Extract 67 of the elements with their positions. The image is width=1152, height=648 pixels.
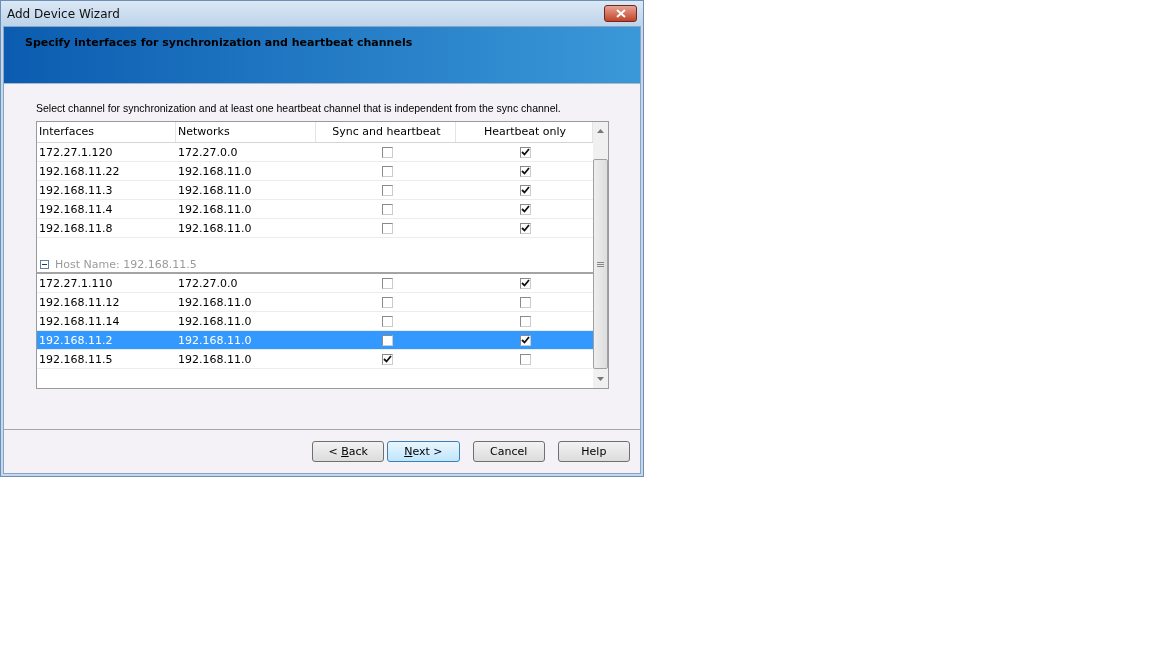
checkbox[interactable] xyxy=(520,353,531,365)
checkbox[interactable] xyxy=(520,315,531,327)
table-cell-text: 192.168.11.0 xyxy=(177,221,253,235)
checkbox[interactable] xyxy=(520,277,531,289)
table-row[interactable]: 192.168.11.5 192.168.11.0 xyxy=(37,350,593,369)
wizard-button[interactable]: Next > xyxy=(387,441,460,462)
table-cell-text: 192.168.11.0 xyxy=(177,164,253,178)
table-cell-text: 172.27.1.110 xyxy=(38,276,114,290)
checkbox[interactable] xyxy=(520,222,531,234)
table-cell-text: 172.27.0.0 xyxy=(177,145,239,159)
column-header[interactable]: Interfaces xyxy=(37,122,176,142)
table-cell-text: 192.168.11.0 xyxy=(177,183,253,197)
checkbox[interactable] xyxy=(381,296,393,308)
table-cell-text: 192.168.11.0 xyxy=(177,352,253,366)
table-cell-text: 192.168.11.0 xyxy=(177,295,253,309)
checkbox[interactable] xyxy=(381,353,393,365)
checkbox[interactable] xyxy=(381,277,393,289)
checkbox[interactable] xyxy=(381,146,393,158)
wizard-button[interactable]: Help xyxy=(557,441,630,462)
table-cell-text: 172.27.1.120 xyxy=(38,145,114,159)
window-title: Add Device Wizard xyxy=(7,6,120,21)
table-cell-text: 192.168.11.4 xyxy=(38,202,114,216)
checkbox[interactable] xyxy=(381,165,393,177)
wizard-button[interactable]: Cancel xyxy=(472,441,545,462)
column-header[interactable]: Sync and heartbeat xyxy=(316,122,456,142)
checkbox[interactable] xyxy=(520,165,531,177)
table-row[interactable]: 172.27.1.120 172.27.0.0 xyxy=(37,143,593,162)
checkbox[interactable] xyxy=(520,184,531,196)
table-cell-text: 192.168.11.3 xyxy=(38,183,114,197)
group-header: Host Name: 192.168.11.5 xyxy=(55,257,197,271)
table-row[interactable]: 192.168.11.12 192.168.11.0 xyxy=(37,293,593,312)
table-cell-text: 192.168.11.0 xyxy=(177,314,253,328)
table-row[interactable]: 192.168.11.22 192.168.11.0 xyxy=(37,162,593,181)
checkbox[interactable] xyxy=(520,203,531,215)
scroll-down-icon[interactable] xyxy=(597,377,604,381)
table-row[interactable]: 192.168.11.3 192.168.11.0 xyxy=(37,181,593,200)
table-cell-text: 192.168.11.14 xyxy=(38,314,121,328)
table-row[interactable]: 192.168.11.8 192.168.11.0 xyxy=(37,219,593,238)
table-cell-text: 192.168.11.2 xyxy=(38,333,114,347)
table-cell-text: 192.168.11.0 xyxy=(177,202,253,216)
checkbox[interactable] xyxy=(381,222,393,234)
close-button[interactable] xyxy=(604,5,637,22)
table-cell-text: 192.168.11.12 xyxy=(38,295,121,309)
checkbox[interactable] xyxy=(520,146,531,158)
close-icon xyxy=(615,9,626,18)
table-cell-text: 192.168.11.8 xyxy=(38,221,114,235)
table-row[interactable]: 172.27.1.110 172.27.0.0 xyxy=(37,274,593,293)
table-cell-text: 192.168.11.22 xyxy=(38,164,121,178)
scroll-thumb[interactable] xyxy=(593,159,608,369)
instruction-text: Select channel for synchronization and at least one heartbeat channel that is independent from the sync channel. xyxy=(36,101,561,115)
checkbox[interactable] xyxy=(381,334,393,346)
column-header[interactable]: Networks xyxy=(176,122,316,142)
checkbox[interactable] xyxy=(381,184,393,196)
checkbox[interactable] xyxy=(520,296,531,308)
table-cell-text: 192.168.11.0 xyxy=(177,333,253,347)
checkbox[interactable] xyxy=(520,334,531,346)
checkbox[interactable] xyxy=(381,203,393,215)
scroll-up-icon[interactable] xyxy=(597,129,604,133)
table-cell-text: 172.27.0.0 xyxy=(177,276,239,290)
table-row[interactable]: 192.168.11.4 192.168.11.0 xyxy=(37,200,593,219)
page-heading: Specify interfaces for synchronization and heartbeat channels xyxy=(25,36,413,49)
checkbox[interactable] xyxy=(381,315,393,327)
collapse-icon[interactable] xyxy=(40,259,49,269)
grip-icon xyxy=(597,261,604,267)
table-cell-text: 192.168.11.5 xyxy=(38,352,114,366)
wizard-button[interactable]: < Back xyxy=(312,441,385,462)
scrollbar[interactable] xyxy=(593,122,608,388)
